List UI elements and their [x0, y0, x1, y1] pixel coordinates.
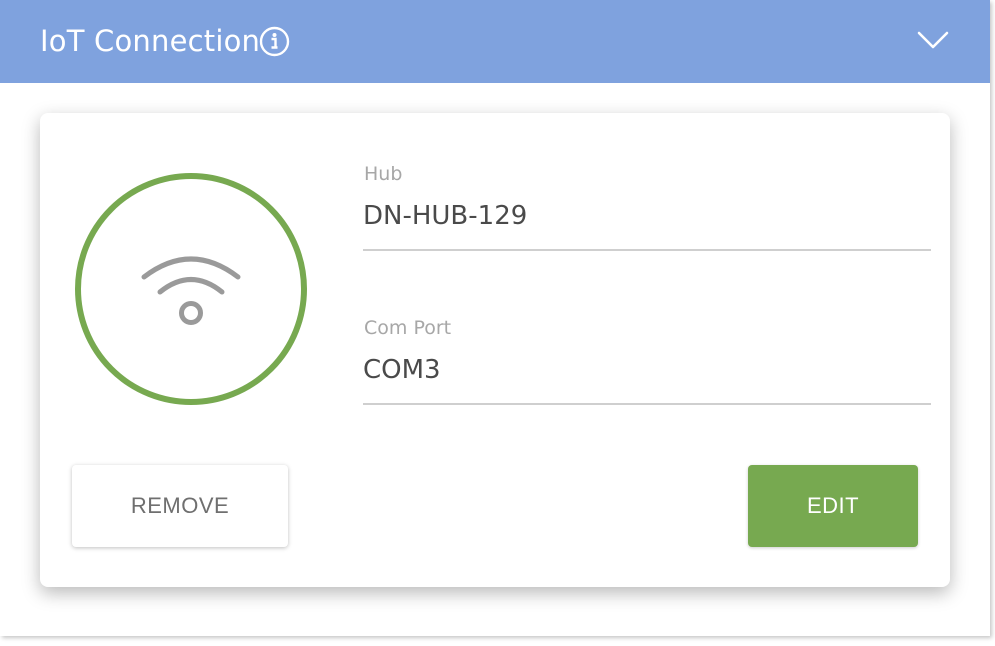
wifi-icon — [141, 256, 241, 325]
com-port-label: Com Port — [364, 317, 452, 339]
edit-button[interactable]: EDIT — [748, 465, 918, 547]
hub-underline — [363, 249, 931, 251]
connection-card: Hub DN-HUB-129 Com Port COM3 REMOVE EDIT — [40, 113, 950, 587]
panel-header[interactable]: IoT Connection — [0, 0, 990, 83]
com-port-value: COM3 — [363, 355, 441, 385]
chevron-down-icon[interactable] — [916, 28, 950, 52]
hub-value: DN-HUB-129 — [363, 201, 528, 231]
com-port-field[interactable]: Com Port COM3 — [363, 317, 931, 412]
remove-button[interactable]: REMOVE — [72, 465, 288, 547]
info-icon[interactable] — [259, 26, 290, 57]
hub-label: Hub — [364, 163, 403, 185]
connection-status-indicator — [73, 171, 309, 407]
hub-field[interactable]: Hub DN-HUB-129 — [363, 163, 931, 258]
panel-title: IoT Connection — [40, 24, 261, 58]
com-port-underline — [363, 403, 931, 405]
iot-connection-panel: IoT Connection Hub DN-HUB-129 Com Port C… — [0, 0, 990, 636]
